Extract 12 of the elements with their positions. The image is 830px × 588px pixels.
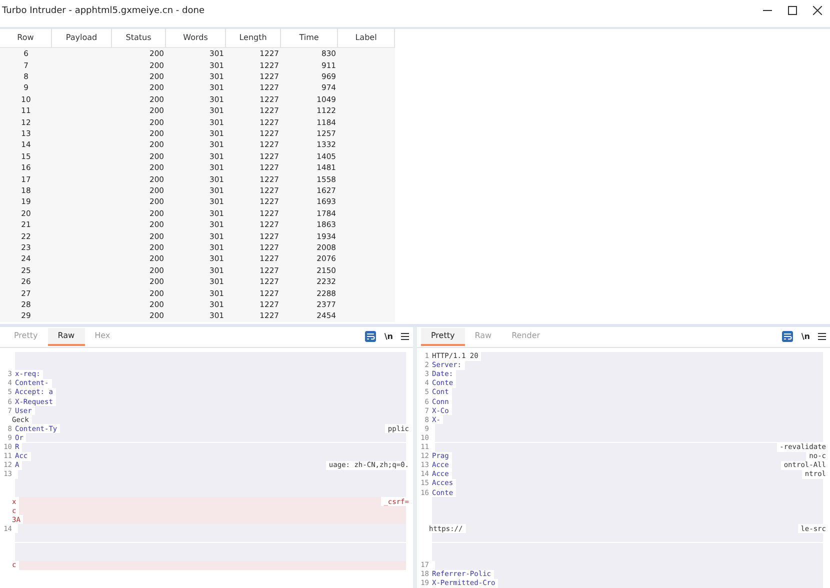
menu-icon[interactable] [401,333,409,340]
wrap-icon[interactable] [365,331,376,342]
window-title: Turbo Intruder - apphtml5.gxmeiye.cn - done [2,6,205,16]
newline-toggle[interactable]: \n [801,332,810,342]
close-icon[interactable] [813,6,822,16]
editor-tab[interactable]: Pretty [421,328,465,346]
wrap-icon[interactable] [782,331,794,342]
editor-tab[interactable]: Raw [48,328,85,346]
menu-icon[interactable] [818,333,826,340]
minimize-icon[interactable] [763,10,772,12]
maximize-icon[interactable] [788,6,797,16]
newline-toggle[interactable]: \n [384,332,393,342]
